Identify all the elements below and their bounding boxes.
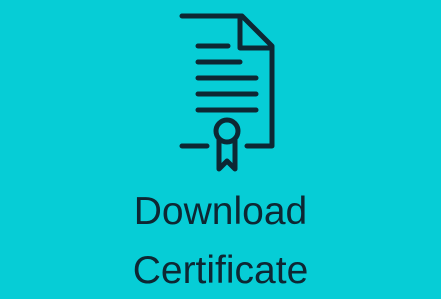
button-label-line-1: Download (133, 190, 308, 233)
button-label-line-2: Certificate (132, 249, 309, 292)
download-certificate-button[interactable]: Download Certificate (0, 0, 441, 299)
certificate-icon (179, 13, 275, 172)
